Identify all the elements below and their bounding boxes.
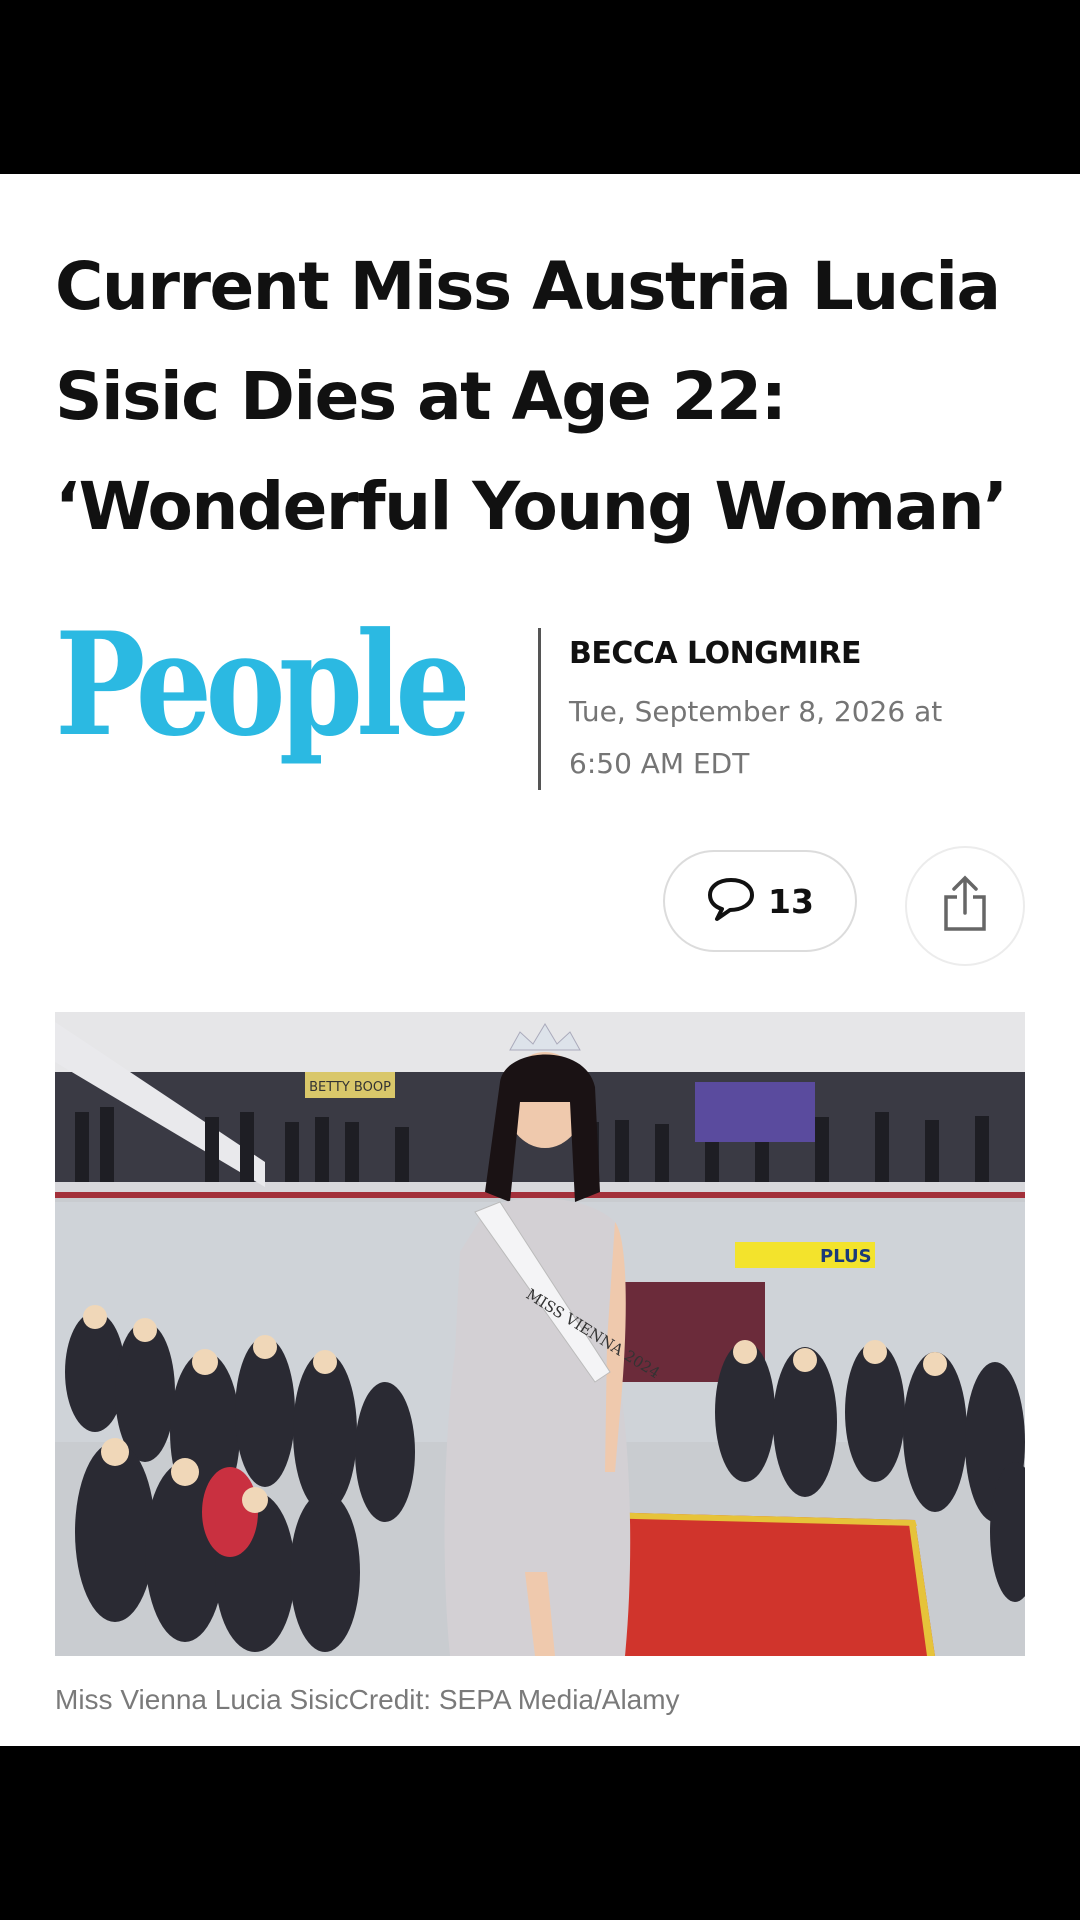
speech-bubble-icon (706, 875, 756, 928)
bottom-black-bar (0, 1746, 1080, 1920)
article-headline: Current Miss Austria Lucia Sisic Dies at… (55, 248, 1008, 545)
article-card: Current Miss Austria Lucia Sisic Dies at… (0, 174, 1080, 1746)
top-black-bar (0, 0, 1080, 174)
share-button[interactable] (905, 846, 1025, 966)
publish-date: Tue, September 8, 2026 at 6:50 AM EDT (569, 695, 943, 780)
comments-count: 13 (768, 881, 814, 921)
author-name[interactable]: BECCA LONGMIRE (569, 636, 861, 671)
store-sign-text: BETTY BOOP (309, 1080, 391, 1095)
photo-caption: Miss Vienna Lucia SisicCredit: SEPA Medi… (55, 1684, 680, 1715)
comments-button[interactable]: 13 (663, 850, 857, 952)
byline-divider (538, 628, 541, 790)
people-logo[interactable]: People (55, 614, 465, 784)
people-logo-text: People (55, 614, 465, 768)
plus-sign-text: PLUS (820, 1246, 872, 1267)
share-icon (942, 875, 988, 938)
article-photo[interactable]: BETTY BOOP PLUS MISS VIENNA 2024 (55, 1012, 1025, 1656)
